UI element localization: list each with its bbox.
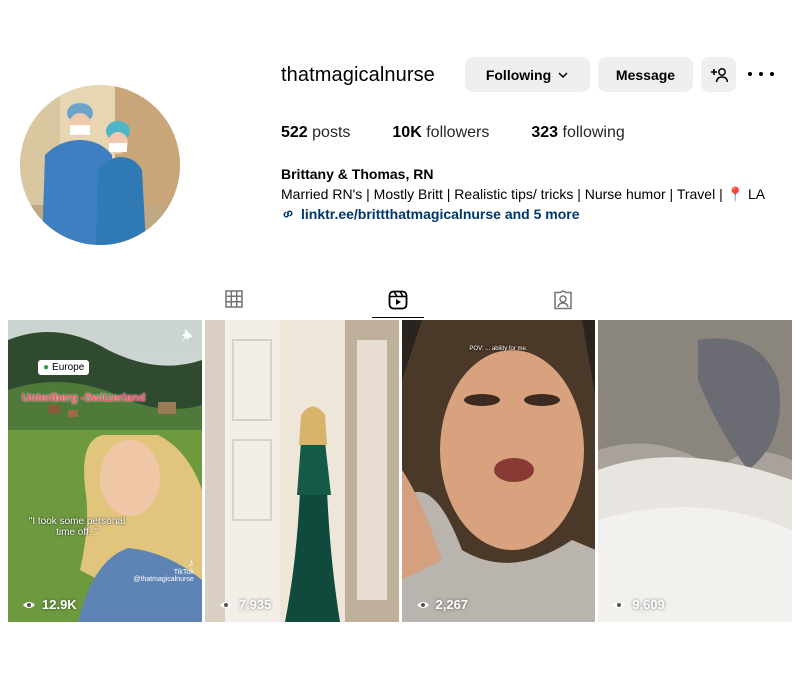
bio-location: LA — [747, 186, 766, 202]
profile-avatar[interactable] — [20, 85, 180, 245]
reel-tile[interactable]: 9,609 — [598, 320, 792, 622]
message-button-label: Message — [615, 66, 676, 83]
tab-tagged[interactable] — [537, 288, 589, 318]
reel-views: 2,267 — [416, 597, 469, 612]
grid-icon — [225, 290, 243, 308]
tiktok-watermark: ♪ TikTok @thatmagicalnurse — [133, 556, 194, 584]
tagged-icon — [554, 290, 572, 310]
eye-icon — [416, 601, 429, 608]
reel-views: 7,935 — [219, 597, 272, 612]
reel-caption: "I took some personal time off.." — [28, 516, 126, 538]
following-stat[interactable]: 323 following — [531, 124, 624, 142]
profile-stats: 522 posts 10K followers 323 following — [281, 124, 667, 142]
reel-views: 12.9K — [22, 597, 77, 612]
suggested-users-button[interactable] — [701, 57, 736, 92]
tiktok-label: TikTok — [173, 568, 194, 576]
tab-reels[interactable] — [372, 288, 424, 318]
profile-link[interactable]: linktr.ee/brittthatmagicalnurse and 5 mo… — [281, 206, 580, 222]
link-icon — [283, 210, 293, 218]
tab-posts[interactable] — [208, 288, 260, 318]
add-user-icon — [710, 67, 728, 82]
eye-icon — [219, 601, 232, 608]
profile-bio: Married RN's | Mostly Britt | Realistic … — [281, 186, 765, 203]
followers-label: followers — [426, 124, 490, 141]
eye-icon — [613, 601, 626, 608]
reel-tile[interactable]: 7,935 — [204, 320, 399, 622]
followers-count: 10K — [392, 124, 422, 141]
reel-location-text: Unteriberg -Switzerland — [22, 392, 146, 404]
more-options-icon[interactable] — [748, 64, 774, 84]
reel-view-count: 7,935 — [238, 597, 272, 612]
followers-stat[interactable]: 10K followers — [392, 124, 489, 142]
message-button[interactable]: Message — [598, 57, 693, 92]
profile-full-name: Brittany & Thomas, RN — [281, 166, 434, 182]
reel-tile[interactable]: POV: ... ability for me. 2,267 — [401, 320, 596, 622]
chevron-down-icon — [558, 71, 568, 78]
following-button[interactable]: Following — [465, 57, 590, 92]
location-pin-icon: 📍 — [726, 186, 745, 202]
reel-caption: POV: ... ability for me. — [469, 346, 528, 352]
reels-grid: ● Europe Unteriberg -Switzerland "I took… — [8, 320, 792, 622]
europe-tag: ● Europe — [38, 360, 90, 375]
following-count: 323 — [531, 124, 559, 141]
following-label: following — [562, 124, 625, 141]
posts-count: 522 — [281, 124, 308, 141]
bio-text: Married RN's | Mostly Britt | Realistic … — [281, 186, 727, 202]
reels-icon — [388, 290, 408, 310]
map-pin-icon: ● — [43, 362, 50, 373]
posts-label: posts — [312, 124, 351, 141]
posts-stat: 522 posts — [281, 124, 350, 142]
profile-username: thatmagicalnurse — [281, 64, 435, 86]
profile-link-text: linktr.ee/brittthatmagicalnurse and 5 mo… — [301, 206, 580, 222]
reel-view-count: 9,609 — [632, 597, 665, 612]
reel-views: 9,609 — [612, 597, 665, 612]
reel-tile[interactable]: ● Europe Unteriberg -Switzerland "I took… — [8, 320, 202, 622]
reel-view-count: 12.9K — [42, 597, 77, 612]
following-button-label: Following — [485, 66, 552, 83]
profile-tabs — [0, 288, 800, 318]
tiktok-handle: @thatmagicalnurse — [133, 576, 194, 584]
reel-view-count: 2,267 — [435, 597, 469, 612]
eye-icon — [23, 601, 35, 608]
pinned-icon — [181, 329, 193, 341]
europe-tag-label: Europe — [52, 362, 85, 373]
